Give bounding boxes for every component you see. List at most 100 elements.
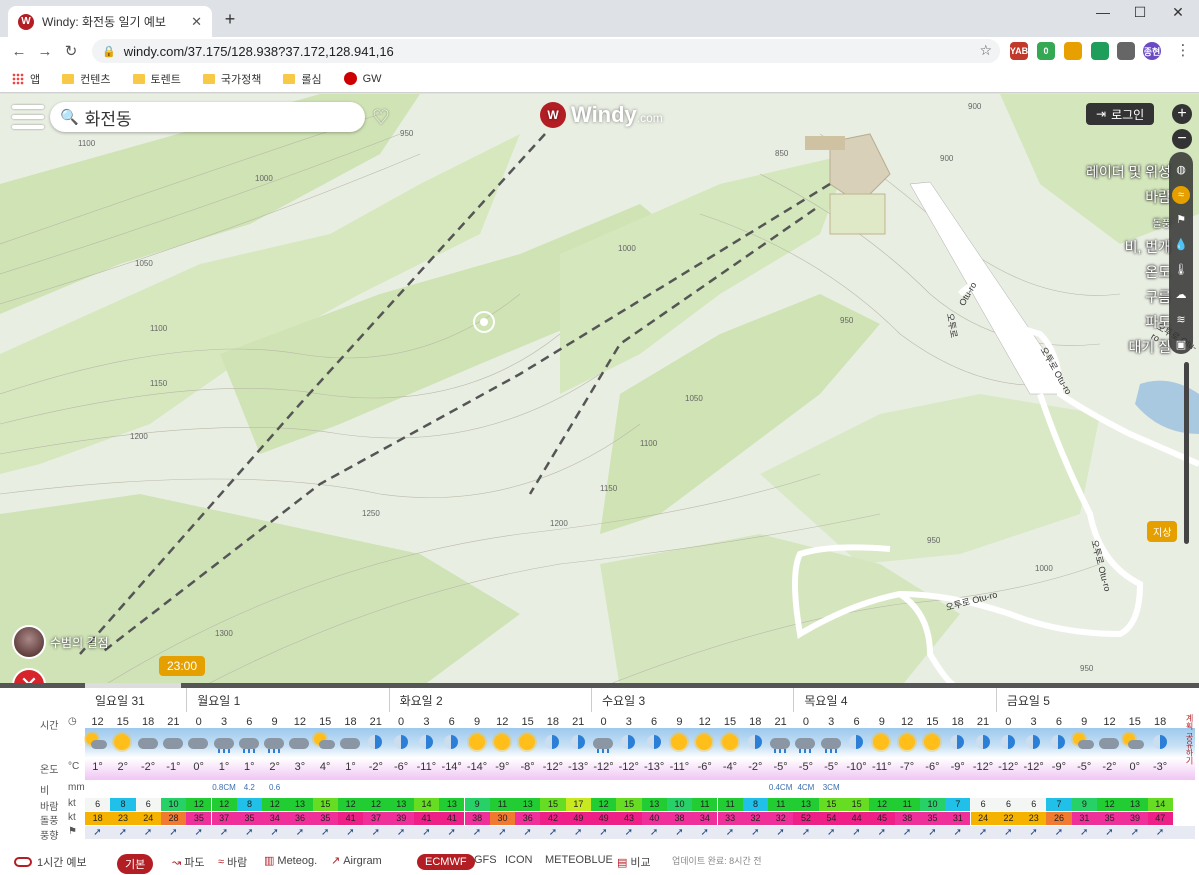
- tab-waves[interactable]: ↝ 파도: [172, 854, 204, 870]
- raindrop-icon[interactable]: 💧: [1172, 236, 1190, 254]
- layer-waves[interactable]: 파도: [1086, 310, 1171, 335]
- hour-cell: 15: [521, 716, 534, 728]
- cloud-icon: [1128, 740, 1145, 749]
- puzzle-extension-icon[interactable]: [1117, 42, 1135, 60]
- gust-cell: 37: [211, 812, 237, 825]
- key-extension-icon[interactable]: [1064, 42, 1082, 60]
- wind-direction-row: ➚ ➚ ➚ ➚ ➚ ➚ ➚ ➚ ➚ ➚ ➚ ➚ ➚ ➚ ➚ ➚ ➚ ➚ ➚ ➚ ➚ ➚ ➚ ➚ ➚ ➚ ➚ ➚ ➚ ➚ ➚ ➚ ➚ ➚ ➚ ➚ ➚ ➚ ➚ ➚…: [85, 826, 1195, 839]
- wind-cell: 13: [439, 798, 465, 811]
- reload-icon[interactable]: ↻: [58, 42, 84, 60]
- weather-icon-row: [85, 728, 1195, 758]
- car-icon[interactable]: ▣: [1172, 336, 1190, 354]
- thermometer-icon[interactable]: 🌡: [1172, 261, 1190, 279]
- contour-label: 1100: [78, 139, 96, 148]
- temp-cell: -2°: [748, 761, 763, 773]
- contour-label: 950: [400, 129, 414, 138]
- rain-unit[interactable]: mm: [68, 782, 85, 793]
- ground-level-button[interactable]: 지상: [1147, 521, 1178, 542]
- bookmark-star-icon[interactable]: ☆: [979, 42, 992, 59]
- search-input[interactable]: 🔍 화전동: [50, 102, 365, 132]
- bookmark-folder[interactable]: 국가정책: [202, 71, 261, 87]
- sun-weather-icon: [466, 733, 488, 753]
- login-button[interactable]: ⇥ 로그인: [1086, 103, 1155, 125]
- globe-icon[interactable]: ◍: [1172, 161, 1190, 179]
- favorite-heart-icon[interactable]: ♡: [372, 105, 390, 130]
- layer-rain-thunder[interactable]: 비, 번개: [1086, 235, 1171, 260]
- layer-gust[interactable]: 돌풍: [1086, 210, 1171, 235]
- bookmark-apps[interactable]: 앱: [12, 71, 40, 87]
- maximize-button[interactable]: ☐: [1125, 4, 1155, 21]
- tab-basic[interactable]: 기본: [117, 854, 154, 874]
- zoom-in-button[interactable]: +: [1172, 104, 1192, 124]
- wind-icon[interactable]: ≈: [1172, 186, 1190, 204]
- gust-unit[interactable]: kt: [68, 812, 76, 823]
- moon-weather-icon: [1047, 733, 1069, 753]
- sun-icon: [873, 734, 890, 750]
- temp-cell: -4°: [722, 761, 738, 773]
- model-gfs[interactable]: GFS: [474, 854, 497, 866]
- hour-cell: 9: [1081, 716, 1088, 728]
- map-area[interactable]: 오투로 Otu-ro Otu-ro 오투로 Otu-ro 오투로 Otu-ro …: [0, 94, 1199, 688]
- cloud-weather-icon: [162, 733, 184, 753]
- moon-icon: [444, 735, 459, 749]
- hour-cell: 6: [448, 716, 455, 728]
- zoom-out-button[interactable]: −: [1172, 129, 1192, 149]
- window-close-button[interactable]: ✕: [1163, 4, 1193, 21]
- hour-cell: 0: [398, 716, 405, 728]
- layer-air-quality[interactable]: 대기 질: [1086, 335, 1171, 360]
- address-bar[interactable]: 🔒 windy.com/37.175/128.938?37.172,128.94…: [92, 39, 1000, 63]
- bookmark-folder[interactable]: 컨텐츠: [62, 71, 111, 87]
- temp-unit[interactable]: °C: [68, 761, 79, 772]
- hamburger-menu-icon[interactable]: [12, 105, 44, 129]
- shield-extension-icon[interactable]: 0: [1037, 42, 1055, 60]
- wind-arrow-icon: ➚: [245, 827, 254, 838]
- temp-cell: -10°: [846, 761, 867, 773]
- webcam-thumbnail[interactable]: 수범의 결점: [12, 625, 109, 659]
- close-tab-icon[interactable]: ✕: [191, 14, 202, 30]
- model-meteoblue[interactable]: METEOBLUE: [545, 854, 613, 866]
- profile-avatar[interactable]: 종현: [1143, 42, 1161, 60]
- hour-cell: 9: [878, 716, 885, 728]
- hourly-toggle[interactable]: 1시간 예보: [14, 854, 87, 870]
- altitude-slider[interactable]: [1184, 362, 1189, 544]
- browser-tab[interactable]: W Windy: 화전동 일기 예보 ✕: [8, 6, 212, 37]
- menu-dots-icon[interactable]: ⋮: [1170, 41, 1196, 59]
- tab-meteogram[interactable]: ▥ Meteog.: [264, 854, 317, 868]
- model-icon[interactable]: ICON: [505, 854, 533, 866]
- flag-icon[interactable]: ⚑: [1172, 211, 1190, 229]
- share-plan-link[interactable]: 계획 공유하기: [1184, 714, 1195, 764]
- gust-cell: 24: [970, 812, 996, 825]
- time-indicator[interactable]: 23:00: [159, 656, 206, 676]
- yab-extension-icon[interactable]: YAB: [1010, 42, 1028, 60]
- wind-tab-icon: ≈: [218, 856, 225, 868]
- raindrop-icon: [799, 749, 802, 753]
- sun-icon: [923, 734, 940, 750]
- psun-weather-icon: [313, 733, 336, 753]
- layer-wind[interactable]: 바람: [1086, 185, 1171, 210]
- bookmark-gw[interactable]: GW: [343, 72, 382, 85]
- compare-button[interactable]: ▤ 비교: [617, 854, 651, 870]
- tab-airgram[interactable]: ↗ Airgram: [331, 854, 382, 868]
- layer-temperature[interactable]: 온도: [1086, 260, 1171, 285]
- wind-row: 6 8 6 10 12 12 8 12 13 15 12 12 13 14 13 9 11 13 15 17 12 15 1…: [85, 798, 1195, 811]
- forward-icon[interactable]: →: [32, 43, 58, 60]
- layer-clouds[interactable]: 구름: [1086, 285, 1171, 310]
- rainy-weather-icon: [238, 733, 260, 753]
- layer-radar-satellite[interactable]: 레이더 및 위성: [1086, 160, 1171, 185]
- wind-unit[interactable]: kt: [68, 798, 76, 809]
- new-tab-button[interactable]: +: [220, 9, 240, 30]
- cloud-icon[interactable]: ☁: [1172, 286, 1190, 304]
- wind-arrow-icon: ➚: [1054, 827, 1064, 838]
- model-ecmwf[interactable]: ECMWF: [417, 854, 475, 870]
- back-icon[interactable]: ←: [6, 43, 32, 60]
- bookmark-folder[interactable]: 토렌트: [132, 71, 181, 87]
- wind-arrow-icon: ➚: [270, 827, 279, 838]
- hour-cell: 6: [246, 716, 253, 728]
- bookmark-folder[interactable]: 롤심: [283, 71, 322, 87]
- tab-wind[interactable]: ≈ 바람: [218, 854, 247, 870]
- contour-label: 1050: [685, 394, 703, 403]
- check-extension-icon[interactable]: [1091, 42, 1109, 60]
- waves-icon[interactable]: ≋: [1172, 311, 1190, 329]
- minimize-button[interactable]: —: [1088, 4, 1118, 20]
- wind-arrow-icon: ➚: [928, 827, 937, 838]
